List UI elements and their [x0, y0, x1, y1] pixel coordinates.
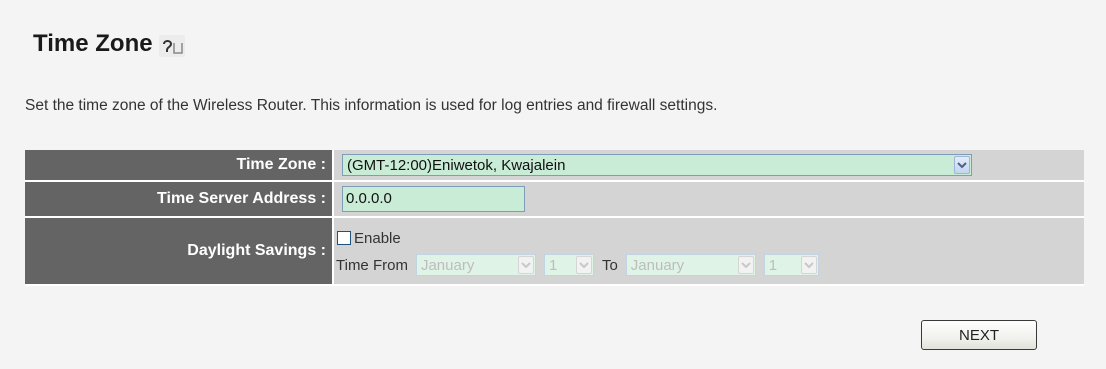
- next-button[interactable]: NEXT: [921, 320, 1037, 350]
- to-day-select[interactable]: 1: [763, 254, 819, 276]
- from-month-select[interactable]: January: [415, 254, 536, 276]
- page-title: Time Zone: [33, 30, 185, 58]
- enable-label: Enable: [354, 229, 401, 247]
- daylight-savings-label: Daylight Savings :: [25, 217, 334, 286]
- time-zone-form: Time Zone : (GMT-12:00)Eniwetok, Kwajale…: [25, 150, 1084, 286]
- from-day-select[interactable]: 1: [543, 254, 594, 276]
- to-day-value: 1: [768, 256, 778, 274]
- chevron-down-icon: [517, 256, 534, 274]
- page-description: Set the time zone of the Wireless Router…: [25, 97, 718, 114]
- time-zone-value: (GMT-12:00)Eniwetok, Kwajalein: [347, 156, 566, 174]
- daylight-savings-row: Daylight Savings : Enable Time From Janu…: [25, 217, 1084, 286]
- enable-checkbox[interactable]: [337, 231, 351, 245]
- time-server-row: Time Server Address : 0.0.0.0: [25, 181, 1084, 218]
- from-day-value: 1: [548, 256, 558, 274]
- chevron-down-icon: [800, 256, 817, 274]
- to-month-value: January: [630, 256, 685, 274]
- page-title-text: Time Zone: [33, 30, 153, 57]
- help-icon[interactable]: [158, 35, 185, 57]
- chevron-down-icon: [737, 256, 754, 274]
- to-month-select[interactable]: January: [625, 254, 756, 276]
- from-month-value: January: [420, 256, 475, 274]
- time-zone-row: Time Zone : (GMT-12:00)Eniwetok, Kwajale…: [25, 150, 1084, 182]
- time-zone-select[interactable]: (GMT-12:00)Eniwetok, Kwajalein: [342, 154, 972, 176]
- time-zone-label: Time Zone :: [25, 150, 334, 182]
- time-server-label: Time Server Address :: [25, 181, 334, 218]
- chevron-down-icon: [575, 256, 592, 274]
- time-server-input[interactable]: 0.0.0.0: [342, 186, 525, 212]
- to-label: To: [601, 256, 618, 274]
- chevron-down-icon[interactable]: [954, 156, 970, 174]
- time-from-label: Time From: [336, 256, 408, 274]
